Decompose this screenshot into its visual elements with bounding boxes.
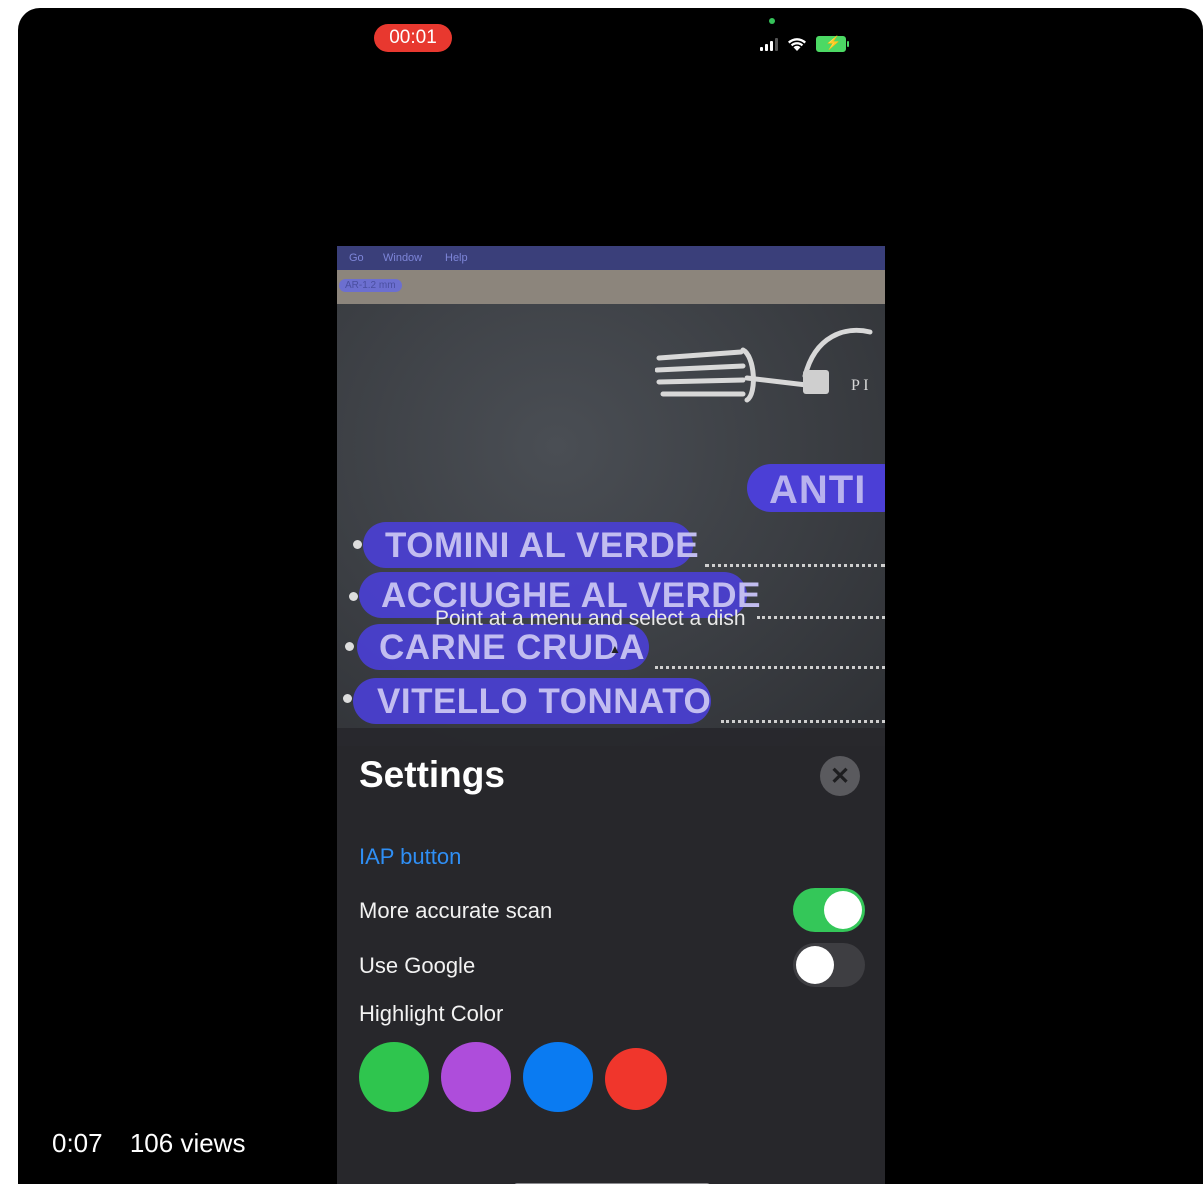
- scan-hint: Point at a menu and select a dish: [435, 607, 746, 630]
- dish-carne-cruda: CARNE CRUDA: [379, 628, 646, 667]
- use-google-toggle[interactable]: [793, 943, 865, 987]
- settings-sheet: Settings ✕ IAP button More accurate scan…: [337, 728, 885, 1184]
- video-player[interactable]: 00:01 ⚡ Go Window Help AR-1.2 mm P I ANT…: [18, 8, 1203, 1184]
- captured-menu-help: Help: [445, 252, 468, 264]
- video-duration: 0:07: [52, 1128, 103, 1158]
- toggle-knob: [824, 891, 862, 929]
- dotted-leader: [655, 666, 885, 669]
- captured-menu-window: Window: [383, 252, 423, 264]
- menu-bullet: [353, 540, 362, 549]
- use-google-label: Use Google: [359, 953, 476, 978]
- highlight-color-label: Highlight Color: [359, 1001, 504, 1026]
- captured-menu-go: Go: [349, 252, 364, 264]
- dish-vitello-tonnato: VITELLO TONNATO: [377, 682, 712, 721]
- menu-section-heading: ANTI: [769, 468, 867, 512]
- dotted-leader: [757, 616, 885, 619]
- more-accurate-scan-label: More accurate scan: [359, 898, 553, 923]
- close-button[interactable]: ✕: [820, 756, 860, 796]
- fork-logo-icon: P I: [655, 327, 873, 403]
- menu-bullet: [343, 694, 352, 703]
- cellular-signal-icon: [760, 37, 778, 51]
- video-metadata: 0:07 106 views: [52, 1128, 245, 1159]
- phone-screen: Go Window Help AR-1.2 mm P I ANTI TOMINI…: [337, 218, 885, 1184]
- video-views: 106 views: [129, 1128, 246, 1158]
- close-icon: ✕: [829, 763, 851, 790]
- menu-bullet: [349, 592, 358, 601]
- captured-strip-label: AR-1.2 mm: [339, 279, 402, 292]
- dotted-leader: [721, 720, 885, 723]
- color-swatch-purple[interactable]: [441, 1042, 511, 1112]
- iap-button[interactable]: IAP button: [359, 844, 461, 870]
- wifi-icon: [788, 38, 806, 51]
- color-swatch-green[interactable]: [359, 1042, 429, 1112]
- camera-preview[interactable]: Go Window Help AR-1.2 mm P I ANTI TOMINI…: [337, 246, 885, 746]
- settings-title: Settings: [359, 754, 505, 795]
- toggle-knob: [796, 946, 834, 984]
- status-icons: ⚡: [760, 34, 849, 54]
- pointer-cursor-icon: ▲: [609, 642, 621, 656]
- captured-strip: AR-1.2 mm: [337, 270, 885, 304]
- dish-tomini-al-verde: TOMINI AL VERDE: [385, 526, 700, 565]
- dotted-leader: [705, 564, 885, 567]
- menu-bullet: [345, 642, 354, 651]
- svg-text:P I: P I: [851, 377, 869, 394]
- camera-in-use-dot: [769, 18, 775, 24]
- more-accurate-scan-toggle[interactable]: [793, 888, 865, 932]
- color-swatch-red[interactable]: [605, 1048, 667, 1110]
- captured-menubar: Go Window Help: [337, 246, 885, 270]
- recording-indicator: 00:01: [374, 24, 452, 52]
- color-swatch-blue[interactable]: [523, 1042, 593, 1112]
- battery-charging-icon: ⚡: [816, 35, 849, 52]
